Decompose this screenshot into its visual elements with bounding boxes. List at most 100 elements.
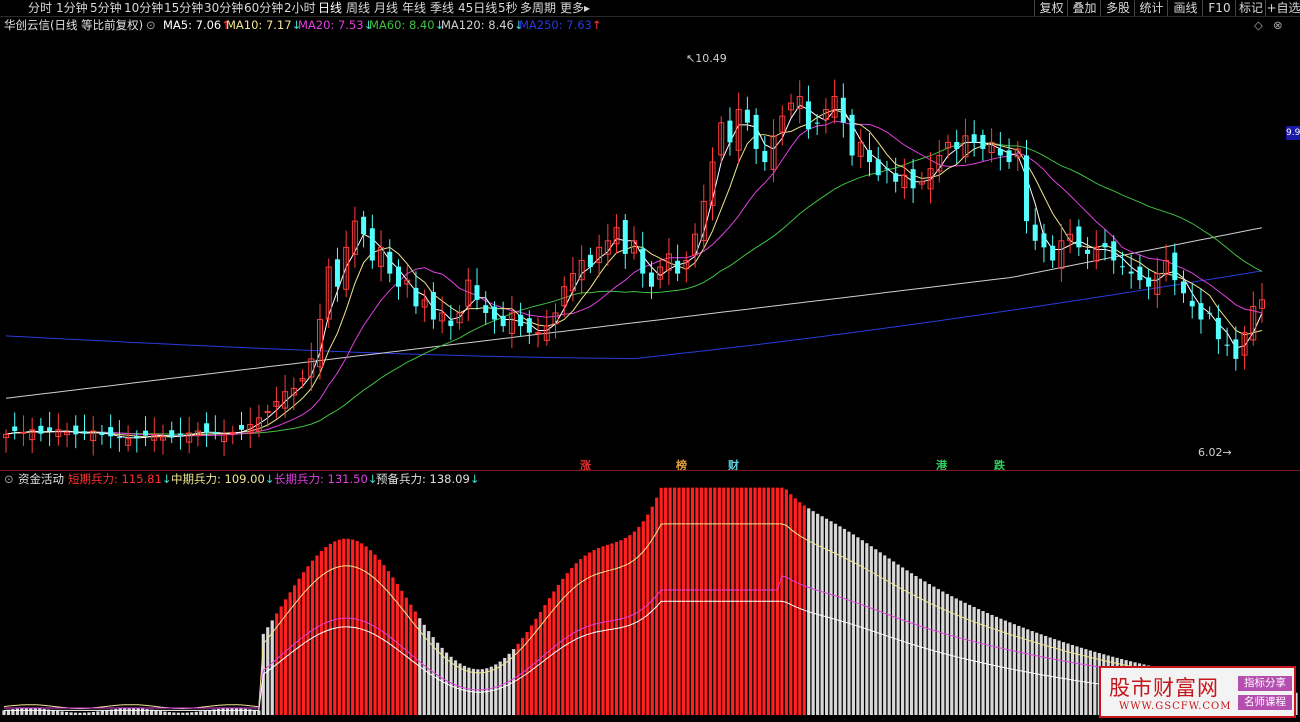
ma-label: MA5: 7.06↑ xyxy=(163,18,231,32)
candle-body xyxy=(1076,226,1082,248)
period-tab[interactable]: 5分钟 xyxy=(90,0,122,16)
period-tab[interactable]: 5秒 xyxy=(498,0,518,16)
activity-bar xyxy=(56,710,60,715)
ma-label: MA60: 8.40↓ xyxy=(369,18,445,32)
candle-body xyxy=(387,251,393,274)
activity-bar xyxy=(194,711,198,715)
candle-body xyxy=(212,432,218,434)
candle-body xyxy=(727,120,733,143)
activity-bar xyxy=(132,708,136,715)
watermark-url: WWW.GSCFW.COM xyxy=(1119,701,1232,712)
activity-bar xyxy=(167,712,172,715)
sub-trend-arrow: ↓ xyxy=(161,472,172,486)
sub-indicator-label: 中期兵力: 109.00↓ xyxy=(171,472,275,486)
watermark-tag-share: 指标分享 xyxy=(1238,676,1292,691)
activity-bar xyxy=(216,708,221,715)
candle-body xyxy=(491,306,497,320)
candlestick-chart[interactable]: ↖10.49 6.02→ xyxy=(0,34,1300,470)
candle-body xyxy=(884,168,890,170)
candle-body xyxy=(1137,266,1143,281)
activity-bar xyxy=(123,708,127,715)
toolbar-button[interactable]: 叠加 xyxy=(1067,0,1101,16)
toolbar-button[interactable]: 多股 xyxy=(1100,0,1135,16)
activity-bar xyxy=(114,708,118,715)
sub-indicator-bar: ⊙ 资金活动 短期兵力: 115.81↓ 中期兵力: 109.00↓ 长期兵力: 1… xyxy=(0,471,1300,487)
candle-body xyxy=(954,141,960,149)
candle-body xyxy=(1111,241,1117,261)
candle-body xyxy=(587,254,593,268)
period-toolbar: 分时 1分钟 5分钟 10分钟 15分钟 30分钟 60分钟 2小时 日线 周线 月线 年线 季线 45日… xyxy=(0,0,1300,17)
watermark-logo: 股市财富网 WWW.GSCFW.COM 指标分享 名师课程 xyxy=(1099,666,1296,718)
period-tab[interactable]: 45日线 xyxy=(458,0,497,16)
candle-body xyxy=(47,427,53,432)
activity-bar xyxy=(15,708,20,715)
activity-bar xyxy=(163,711,167,715)
period-tab[interactable]: 10分钟 xyxy=(124,0,163,16)
toolbar-button[interactable]: 标记 xyxy=(1235,0,1266,16)
candle-body xyxy=(805,101,811,130)
activity-bar xyxy=(69,712,73,715)
candle-body xyxy=(1032,224,1038,241)
candle-body xyxy=(396,266,401,287)
activity-bar xyxy=(2,710,6,715)
candle-body xyxy=(980,134,986,149)
activity-bar xyxy=(38,708,42,715)
period-tab[interactable]: 30分钟 xyxy=(204,0,243,16)
main-indicator-bar: 华创云信(日线 等比前复权) ⊙ MA5: 7.06↑ MA10: 7.17↓ MA… xyxy=(0,17,1300,34)
activity-bar xyxy=(234,708,239,715)
ma5-line xyxy=(5,104,1263,439)
period-tab[interactable]: 15分钟 xyxy=(164,0,203,16)
period-tab[interactable]: 2小时 xyxy=(284,0,316,16)
period-tab[interactable]: 1分钟 xyxy=(56,0,88,16)
candle-body xyxy=(1024,155,1029,222)
activity-bar xyxy=(230,708,234,715)
candle-body xyxy=(1207,312,1213,314)
period-tab[interactable]: 分时 xyxy=(28,0,52,16)
candle-body xyxy=(177,433,183,435)
candle-body xyxy=(1233,339,1239,359)
candle-body xyxy=(73,425,79,435)
candle-body xyxy=(20,431,27,434)
candle-body xyxy=(640,248,646,274)
candle-body xyxy=(535,332,542,335)
toolbar-button[interactable]: 复权 xyxy=(1034,0,1068,16)
close-icon[interactable]: ⊗ xyxy=(1273,17,1283,34)
candle-body xyxy=(648,272,654,287)
sub-settings-icon[interactable]: ⊙ xyxy=(4,471,14,487)
activity-bar xyxy=(239,708,243,715)
period-tab[interactable]: 多周期 xyxy=(520,0,556,16)
toolbar-button[interactable]: F10 xyxy=(1202,0,1236,16)
toolbar-button[interactable]: +自选 xyxy=(1265,0,1300,16)
ma250-line xyxy=(5,270,1263,360)
period-tab[interactable]: 月线 xyxy=(374,0,398,16)
activity-bar xyxy=(20,708,24,715)
candle-body xyxy=(840,97,846,123)
ma10-line xyxy=(5,109,1263,438)
period-tab[interactable]: 年线 xyxy=(402,0,426,16)
diamond-icon[interactable]: ◇ xyxy=(1254,17,1263,34)
period-tab[interactable]: 周线 xyxy=(346,0,370,16)
candle-body xyxy=(910,169,916,189)
candle-body xyxy=(474,285,480,300)
candle-body xyxy=(430,291,436,320)
toolbar-button[interactable]: 统计 xyxy=(1134,0,1168,16)
ma-label: MA10: 7.17↓ xyxy=(226,18,302,32)
candle-body xyxy=(108,427,114,437)
indicator-settings-icon[interactable]: ⊙ xyxy=(146,17,156,34)
activity-bar xyxy=(176,712,180,715)
candle-body xyxy=(500,315,506,327)
activity-bar xyxy=(42,708,46,715)
period-tab[interactable]: 60分钟 xyxy=(244,0,283,16)
candle-body xyxy=(1041,233,1047,248)
period-tab[interactable]: 季线 xyxy=(430,0,454,16)
toolbar-button[interactable]: 画线 xyxy=(1167,0,1203,16)
activity-bar xyxy=(78,712,82,715)
activity-bar xyxy=(87,712,91,715)
period-tab[interactable]: 更多▸ xyxy=(560,0,590,16)
sub-indicator-name: 资金活动 xyxy=(18,472,64,486)
candle-body xyxy=(1006,150,1012,163)
activity-bar xyxy=(127,708,131,715)
activity-bar xyxy=(73,712,78,715)
sub-trend-arrow: ↓ xyxy=(469,472,480,486)
period-tab[interactable]: 日线 xyxy=(318,0,342,16)
